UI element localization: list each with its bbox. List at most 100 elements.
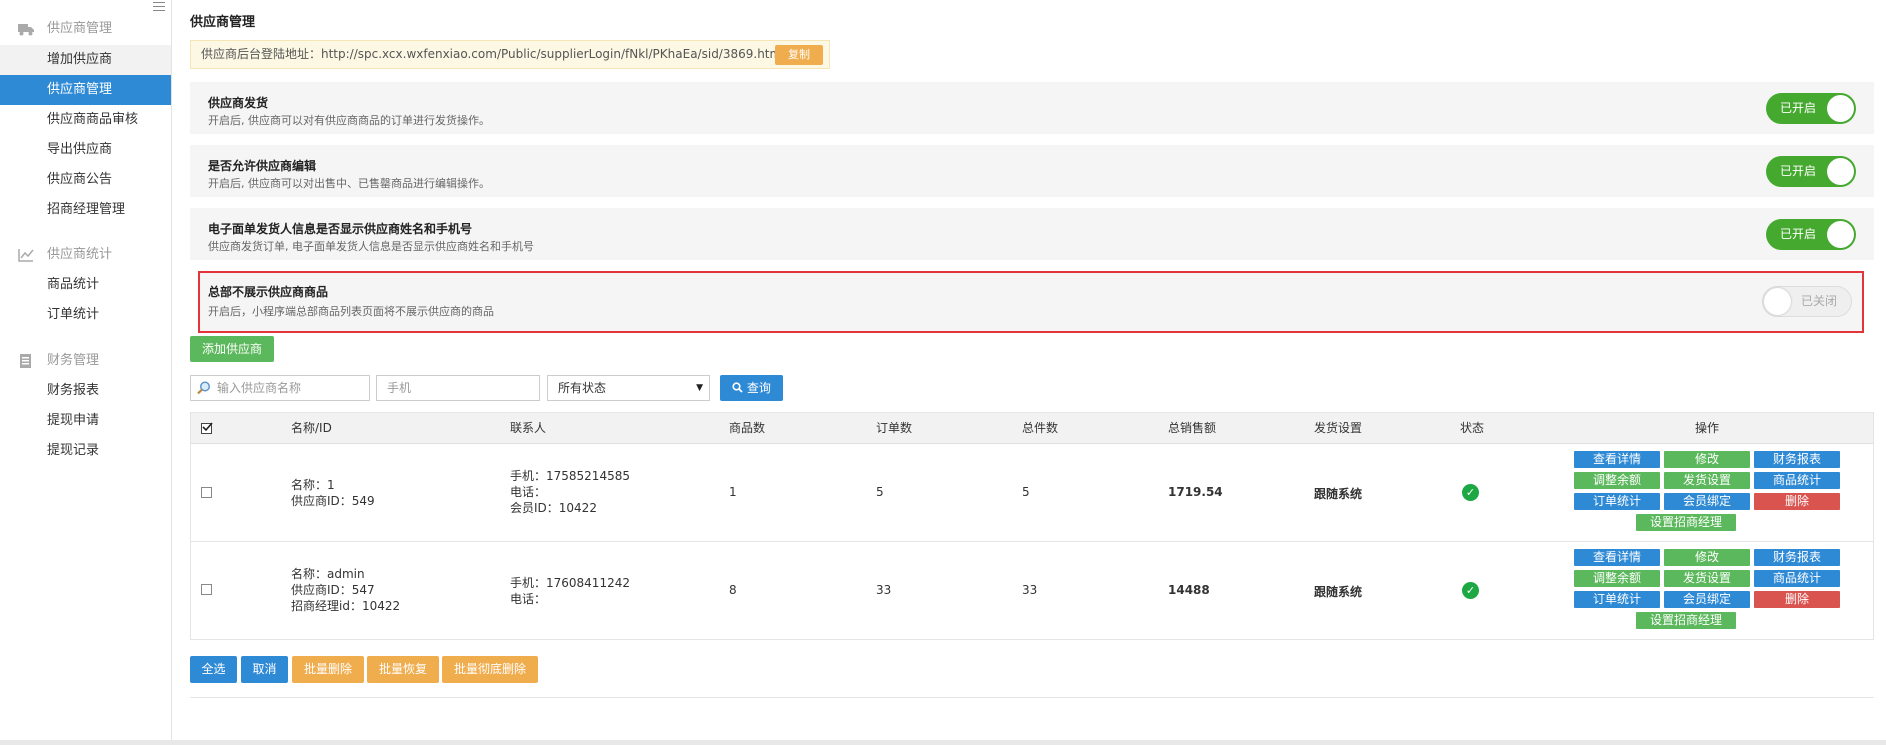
order-count: 33 bbox=[876, 583, 892, 597]
toggle-knob bbox=[1827, 95, 1854, 122]
set-manager-button[interactable]: 设置招商经理 bbox=[1636, 612, 1736, 629]
column-header: 订单数 bbox=[876, 421, 913, 435]
add-supplier-button[interactable]: 添加供应商 bbox=[190, 336, 274, 362]
search-button[interactable]: 查询 bbox=[720, 375, 783, 401]
sidebar-item-finance-report[interactable]: 财务报表 bbox=[0, 376, 171, 406]
order-stats-button[interactable]: 订单统计 bbox=[1574, 591, 1660, 608]
total-sales: 1719.54 bbox=[1168, 485, 1223, 499]
finance-report-button[interactable]: 财务报表 bbox=[1754, 451, 1840, 468]
sidebar-item-supplier-management[interactable]: 供应商管理 bbox=[0, 75, 171, 105]
toggle-knob bbox=[1827, 221, 1854, 248]
column-header: 状态 bbox=[1460, 421, 1485, 435]
goods-count: 8 bbox=[729, 583, 737, 597]
login-url-bar: 供应商后台登陆地址：http://spc.xcx.wxfenxiao.com/P… bbox=[190, 40, 830, 69]
supplier-id: 供应商ID：549 bbox=[291, 494, 375, 508]
setting-hide-supplier-goods: 总部不展示供应商商品 开启后，小程序端总部商品列表页面将不展示供应商的商品 已关… bbox=[198, 271, 1864, 333]
row-checkbox[interactable] bbox=[201, 487, 212, 498]
menu-toggle-icon[interactable] bbox=[153, 2, 165, 12]
setting-description: 开启后, 供应商可以对有供应商商品的订单进行发货操作。 bbox=[208, 114, 490, 127]
goods-count: 1 bbox=[729, 485, 737, 499]
bulk-purge-button[interactable]: 批量彻底删除 bbox=[442, 656, 538, 683]
total-sales: 14488 bbox=[1168, 583, 1210, 597]
piece-count: 5 bbox=[1022, 485, 1030, 499]
adjust-balance-button[interactable]: 调整余额 bbox=[1574, 472, 1660, 489]
member-bind-button[interactable]: 会员绑定 bbox=[1664, 493, 1750, 510]
goods-stats-button[interactable]: 商品统计 bbox=[1754, 472, 1840, 489]
table-row: 名称：admin 供应商ID：547 招商经理id：10422 手机：17608… bbox=[191, 542, 1873, 640]
table-row: 名称：1 供应商ID：549 手机：17585214585 电话： 会员ID：1… bbox=[191, 444, 1873, 542]
sidebar-item-goods-review[interactable]: 供应商商品审核 bbox=[0, 105, 171, 135]
select-all-button[interactable]: 全选 bbox=[190, 656, 237, 683]
sidebar-item-order-stats[interactable]: 订单统计 bbox=[0, 300, 171, 330]
sidebar-item-announcement[interactable]: 供应商公告 bbox=[0, 165, 171, 195]
document-icon bbox=[20, 354, 31, 368]
cancel-button[interactable]: 取消 bbox=[241, 656, 288, 683]
delete-button[interactable]: 删除 bbox=[1754, 591, 1840, 608]
sidebar-item-withdraw-record[interactable]: 提现记录 bbox=[0, 436, 171, 466]
order-stats-button[interactable]: 订单统计 bbox=[1574, 493, 1660, 510]
ship-settings-button[interactable]: 发货设置 bbox=[1664, 570, 1750, 587]
setting-supplier-shipping: 供应商发货 开启后, 供应商可以对有供应商商品的订单进行发货操作。 已开启 bbox=[190, 82, 1874, 134]
ship-settings-button[interactable]: 发货设置 bbox=[1664, 472, 1750, 489]
toggle-label: 已开启 bbox=[1780, 101, 1817, 115]
contact-tel: 电话： bbox=[510, 485, 547, 499]
edit-button[interactable]: 修改 bbox=[1664, 451, 1750, 468]
setting-description: 开启后, 供应商可以对出售中、已售罄商品进行编辑操作。 bbox=[208, 177, 490, 190]
sidebar-item-add-supplier[interactable]: 增加供应商 bbox=[0, 45, 171, 75]
sidebar-item-withdraw-request[interactable]: 提现申请 bbox=[0, 406, 171, 436]
page-title: 供应商管理 bbox=[190, 15, 256, 30]
sidebar-item-manager[interactable]: 招商经理管理 bbox=[0, 195, 171, 225]
toggle-switch[interactable]: 已关闭 bbox=[1762, 286, 1852, 317]
set-manager-button[interactable]: 设置招商经理 bbox=[1636, 514, 1736, 531]
order-count: 5 bbox=[876, 485, 884, 499]
column-header: 发货设置 bbox=[1314, 421, 1363, 435]
goods-stats-button[interactable]: 商品统计 bbox=[1754, 570, 1840, 587]
delete-button[interactable]: 删除 bbox=[1754, 493, 1840, 510]
sidebar-group-label: 供应商统计 bbox=[47, 247, 113, 262]
member-bind-button[interactable]: 会员绑定 bbox=[1664, 591, 1750, 608]
toggle-knob bbox=[1827, 158, 1854, 185]
select-all-checkbox[interactable] bbox=[201, 422, 213, 434]
adjust-balance-button[interactable]: 调整余额 bbox=[1574, 570, 1660, 587]
contact-phone: 手机：17608411242 bbox=[510, 576, 630, 590]
bulk-delete-button[interactable]: 批量删除 bbox=[292, 656, 364, 683]
toggle-switch[interactable]: 已开启 bbox=[1766, 156, 1856, 187]
status-select-value: 所有状态 bbox=[558, 381, 607, 395]
phone-input[interactable]: 手机 bbox=[376, 375, 540, 401]
finance-report-button[interactable]: 财务报表 bbox=[1754, 549, 1840, 566]
view-details-button[interactable]: 查看详情 bbox=[1574, 451, 1660, 468]
column-header: 总销售额 bbox=[1168, 421, 1217, 435]
supplier-name: 名称：1 bbox=[291, 478, 335, 492]
check-icon bbox=[202, 422, 213, 432]
sidebar-group-label: 供应商管理 bbox=[47, 21, 113, 36]
contact-cell: 手机：17608411242 电话： bbox=[510, 575, 630, 607]
setting-description: 开启后，小程序端总部商品列表页面将不展示供应商的商品 bbox=[208, 305, 494, 318]
setting-title: 供应商发货 bbox=[208, 96, 269, 110]
supplier-table: 名称/ID 联系人 商品数 订单数 总件数 总销售额 发货设置 状态 操作 名称… bbox=[190, 412, 1874, 640]
column-header: 联系人 bbox=[510, 421, 547, 435]
view-details-button[interactable]: 查看详情 bbox=[1574, 549, 1660, 566]
supplier-name: 名称：admin bbox=[291, 567, 365, 581]
sidebar-item-export[interactable]: 导出供应商 bbox=[0, 135, 171, 165]
status-select[interactable]: 所有状态 ▼ bbox=[547, 375, 710, 401]
toggle-label: 已开启 bbox=[1780, 227, 1817, 241]
sidebar-group-stats: 供应商统计 bbox=[0, 242, 172, 268]
supplier-name-cell: 名称：admin 供应商ID：547 招商经理id：10422 bbox=[291, 566, 400, 614]
bulk-restore-button[interactable]: 批量恢复 bbox=[367, 656, 439, 683]
ship-setting: 跟随系统 bbox=[1314, 487, 1363, 501]
contact-phone: 手机：17585214585 bbox=[510, 469, 630, 483]
copy-button[interactable]: 复制 bbox=[775, 45, 823, 65]
sidebar: 供应商管理 增加供应商 供应商管理 供应商商品审核 导出供应商 供应商公告 招商… bbox=[0, 0, 172, 745]
status-check-icon: ✓ bbox=[1462, 582, 1479, 599]
supplier-name-search-input[interactable]: 输入供应商名称 bbox=[190, 375, 370, 401]
chevron-down-icon: ▼ bbox=[696, 383, 703, 393]
sidebar-item-goods-stats[interactable]: 商品统计 bbox=[0, 270, 171, 300]
supplier-name-cell: 名称：1 供应商ID：549 bbox=[291, 477, 375, 509]
edit-button[interactable]: 修改 bbox=[1664, 549, 1750, 566]
toggle-switch[interactable]: 已开启 bbox=[1766, 93, 1856, 124]
search-icon bbox=[197, 381, 211, 395]
setting-waybill-sender: 电子面单发货人信息是否显示供应商姓名和手机号 供应商发货订单, 电子面单发货人信… bbox=[190, 208, 1874, 260]
row-checkbox[interactable] bbox=[201, 584, 212, 595]
toggle-switch[interactable]: 已开启 bbox=[1766, 219, 1856, 250]
sidebar-group-label: 财务管理 bbox=[47, 353, 100, 368]
